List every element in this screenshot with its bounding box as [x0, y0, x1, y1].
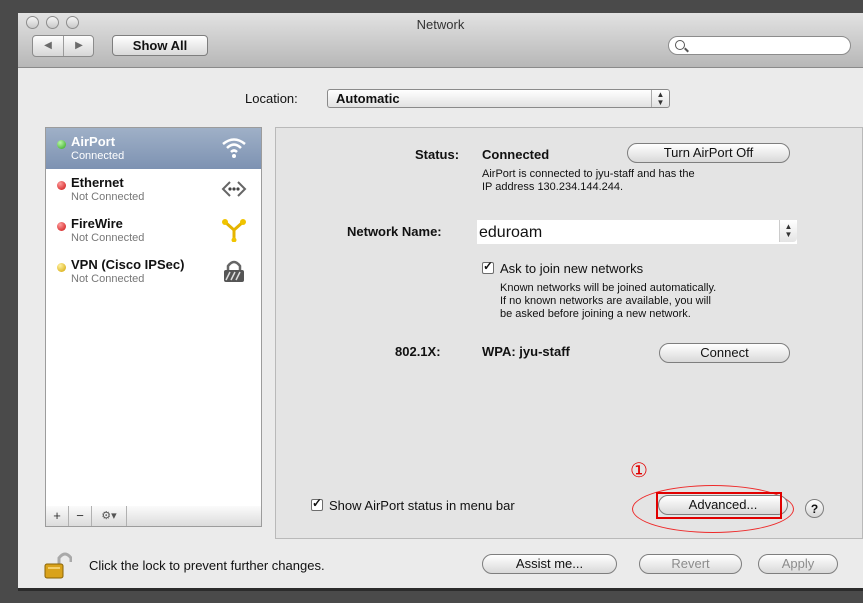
ask-to-join-description-line1: Known networks will be joined automatica…: [500, 282, 717, 294]
status-description-line2: IP address 130.234.144.244.: [482, 181, 624, 193]
service-list-toolbar: + − ⚙▾: [45, 506, 262, 527]
window-bottom-edge: [18, 588, 863, 591]
service-name: FireWire: [71, 216, 123, 231]
service-name: Ethernet: [71, 175, 124, 190]
firewire-icon: [222, 219, 246, 242]
window-title: Network: [416, 17, 465, 32]
vpn-lock-icon: [224, 260, 244, 282]
status-label: Status:: [415, 147, 460, 162]
back-arrow-icon[interactable]: ◀: [33, 36, 63, 56]
ask-to-join-label[interactable]: Ask to join new networks: [500, 261, 643, 276]
annotation-step-number: ①: [630, 460, 648, 482]
ask-to-join-checkbox[interactable]: [482, 259, 494, 274]
popup-arrows-icon: ▲ ▼: [779, 220, 797, 242]
search-icon: [675, 40, 685, 50]
service-status: Connected: [71, 150, 125, 162]
forward-arrow-icon[interactable]: ▶: [63, 36, 94, 56]
help-button[interactable]: ?: [805, 499, 824, 518]
wifi-icon: [222, 138, 246, 158]
gear-icon[interactable]: ⚙▾: [92, 506, 127, 526]
location-value: Automatic: [336, 91, 400, 106]
ask-to-join-description-line3: be asked before joining a new network.: [500, 308, 691, 320]
network-preferences-window: Network ◀ ▶ Show All Location: Automatic…: [18, 13, 863, 591]
lock-message: Click the lock to prevent further change…: [89, 558, 325, 573]
service-item-airport[interactable]: AirPort Connected: [46, 128, 261, 169]
apply-button[interactable]: Apply: [758, 554, 838, 574]
status-dot-red-icon: [57, 181, 66, 190]
lock-icon[interactable]: [44, 551, 72, 579]
revert-button[interactable]: Revert: [639, 554, 742, 574]
turn-airport-off-button[interactable]: Turn AirPort Off: [627, 143, 790, 163]
back-forward-control: ◀ ▶: [32, 35, 94, 57]
service-status: Not Connected: [71, 232, 145, 244]
popup-arrows-icon: ▲ ▼: [651, 90, 669, 107]
service-item-firewire[interactable]: FireWire Not Connected: [46, 210, 261, 251]
status-dot-yellow-icon: [57, 263, 66, 272]
service-name: VPN (Cisco IPSec): [71, 257, 185, 272]
network-name-value: eduroam: [479, 224, 543, 241]
location-popup[interactable]: Automatic ▲ ▼: [327, 89, 670, 108]
service-name: AirPort: [71, 134, 116, 149]
dot1x-value: WPA: jyu-staff: [482, 344, 570, 359]
search-field[interactable]: [668, 36, 851, 55]
ask-to-join-description-line2: If no known networks are available, you …: [500, 295, 711, 307]
annotation-highlight-box: [656, 492, 782, 519]
ethernet-icon: [221, 181, 247, 197]
remove-service-button[interactable]: −: [69, 506, 92, 526]
show-all-button[interactable]: Show All: [112, 35, 208, 56]
network-name-popup[interactable]: eduroam ▲ ▼: [477, 220, 797, 244]
add-service-button[interactable]: +: [46, 506, 69, 526]
status-dot-green-icon: [57, 140, 66, 149]
assist-me-button[interactable]: Assist me...: [482, 554, 617, 574]
dot1x-label: 802.1X:: [395, 344, 441, 359]
connect-button[interactable]: Connect: [659, 343, 790, 363]
status-description-line1: AirPort is connected to jyu-staff and ha…: [482, 168, 695, 180]
service-item-vpn[interactable]: VPN (Cisco IPSec) Not Connected: [46, 251, 261, 292]
service-status: Not Connected: [71, 191, 145, 203]
search-input[interactable]: [689, 38, 839, 53]
status-value: Connected: [482, 147, 550, 162]
show-airport-status-checkbox[interactable]: [311, 496, 323, 511]
title-bar: Network ◀ ▶ Show All: [18, 13, 863, 68]
service-list: AirPort Connected Ethernet Not Connected: [45, 127, 262, 508]
location-label: Location:: [245, 91, 298, 106]
network-name-label: Network Name:: [347, 224, 442, 239]
service-item-ethernet[interactable]: Ethernet Not Connected: [46, 169, 261, 210]
status-dot-red-icon: [57, 222, 66, 231]
show-airport-status-label[interactable]: Show AirPort status in menu bar: [329, 498, 515, 513]
service-status: Not Connected: [71, 273, 145, 285]
